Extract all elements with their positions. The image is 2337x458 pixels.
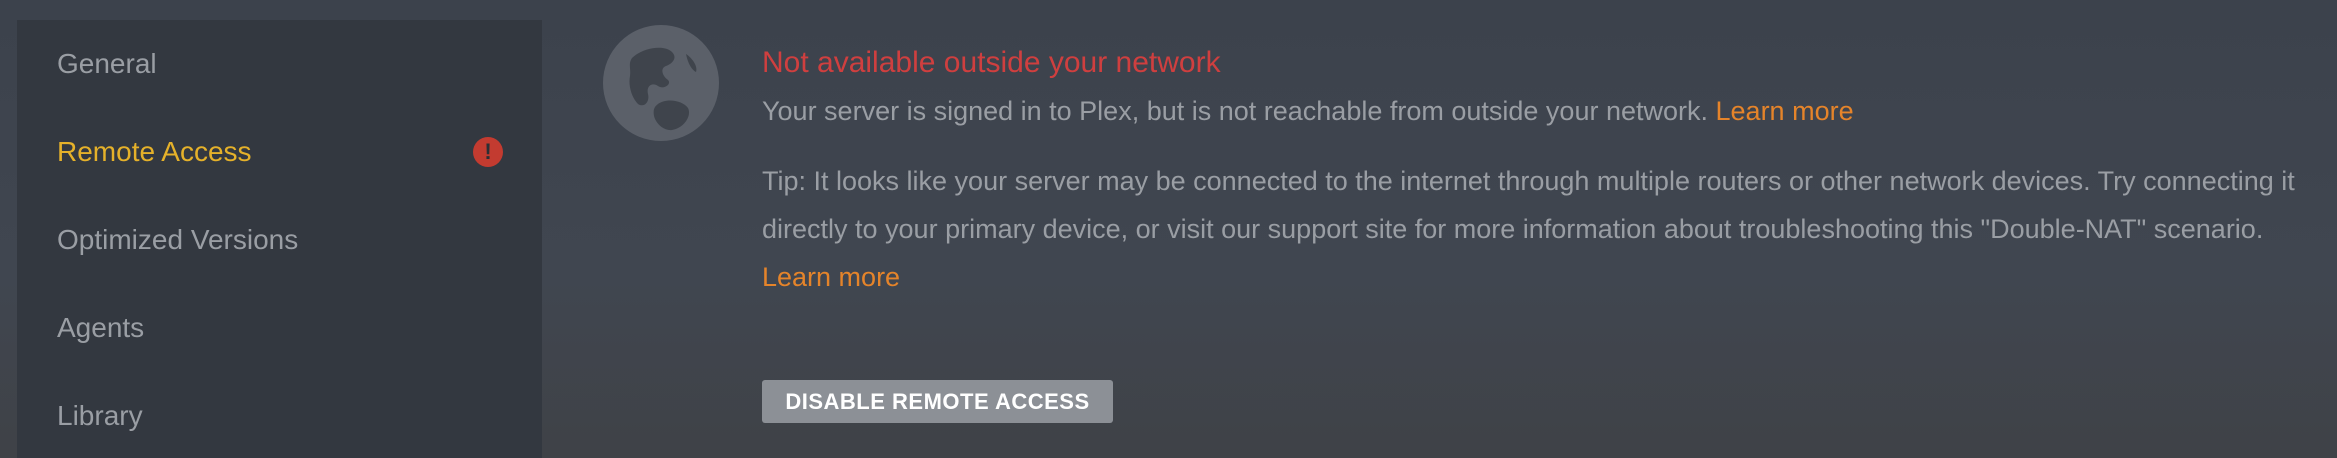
tip-learn-more-link[interactable]: Learn more [762,262,900,292]
settings-sidebar: General Remote Access ! Optimized Versio… [17,20,542,458]
sidebar-item-general[interactable]: General [57,48,157,80]
globe-icon [603,25,719,141]
sidebar-item-optimized-versions[interactable]: Optimized Versions [57,224,298,256]
tip-text: Tip: It looks like your server may be co… [762,166,2295,244]
double-nat-tip: Tip: It looks like your server may be co… [762,157,2302,301]
disable-remote-access-button[interactable]: DISABLE REMOTE ACCESS [762,380,1113,423]
sidebar-item-agents[interactable]: Agents [57,312,144,344]
learn-more-link[interactable]: Learn more [1716,96,1854,126]
status-title: Not available outside your network [762,46,1221,79]
status-message: Your server is signed in to Plex, but is… [762,96,1854,127]
sidebar-item-library[interactable]: Library [57,400,143,432]
status-message-text: Your server is signed in to Plex, but is… [762,96,1708,126]
warning-icon: ! [473,137,503,167]
settings-page: General Remote Access ! Optimized Versio… [0,0,2337,458]
sidebar-item-remote-access[interactable]: Remote Access [57,136,252,168]
